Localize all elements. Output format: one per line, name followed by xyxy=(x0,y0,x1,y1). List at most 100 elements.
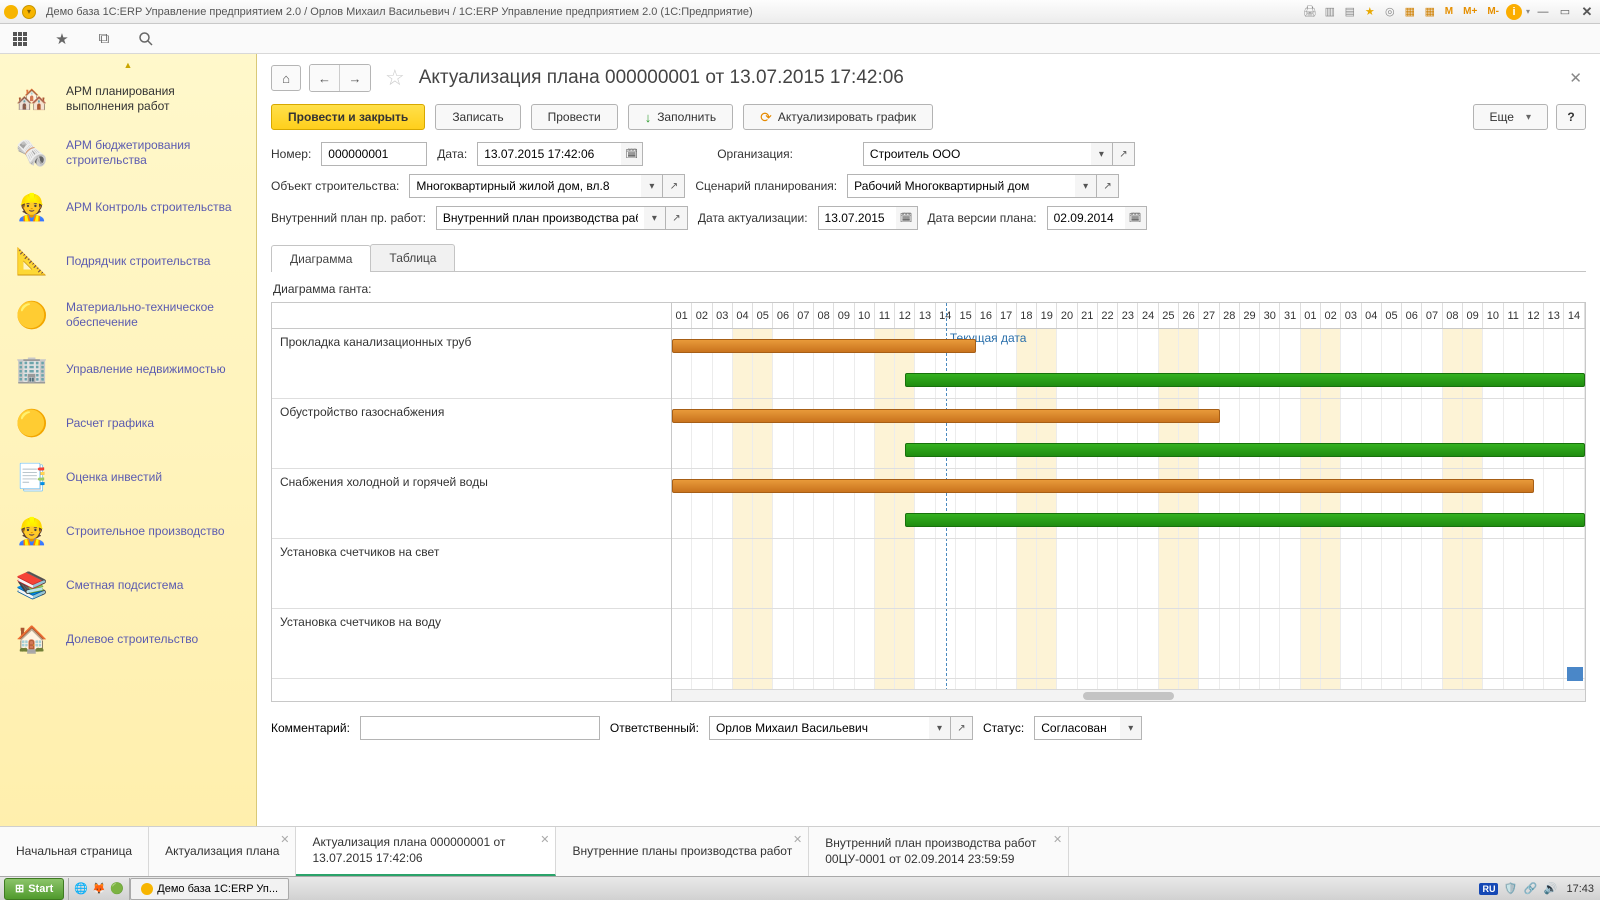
scenario-input[interactable] xyxy=(847,174,1075,198)
lang-indicator[interactable]: RU xyxy=(1479,883,1498,895)
date-picker-button[interactable]: 🗓 xyxy=(621,142,643,166)
taskbar-app[interactable]: Демо база 1С:ERP Уп... xyxy=(130,878,289,900)
tray-volume-icon[interactable]: 🔊 xyxy=(1542,881,1558,897)
tb-calendar-icon[interactable]: ▦ xyxy=(1422,4,1438,20)
responsible-label: Ответственный: xyxy=(610,721,699,735)
tb-doc-icon[interactable]: ▥ xyxy=(1322,4,1338,20)
sidebar-item-4[interactable]: 🟡Материально-техническое обеспечение xyxy=(0,288,256,342)
org-open-button[interactable]: ↗ xyxy=(1113,142,1135,166)
more-button[interactable]: Еще xyxy=(1473,104,1548,130)
copy-icon[interactable]: ⧉ xyxy=(94,29,114,49)
doctab-close[interactable]: ✕ xyxy=(793,833,802,847)
sidebar-item-10[interactable]: 🏠Долевое строительство xyxy=(0,612,256,666)
sidebar-item-5[interactable]: 🏢Управление недвижимостью xyxy=(0,342,256,396)
submit-button[interactable]: Провести xyxy=(531,104,618,130)
verdate-input[interactable] xyxy=(1047,206,1125,230)
doctab-3[interactable]: Внутренние планы производства работ✕ xyxy=(556,827,809,876)
search-icon[interactable] xyxy=(136,29,156,49)
doctab-close[interactable]: ✕ xyxy=(280,833,289,847)
actdate-picker-button[interactable]: 🗓 xyxy=(896,206,918,230)
tray-network-icon[interactable]: 🔗 xyxy=(1522,881,1538,897)
info-icon[interactable]: i xyxy=(1506,4,1522,20)
maximize-button[interactable]: ▭ xyxy=(1556,5,1574,19)
status-dd-button[interactable]: ▾ xyxy=(1120,716,1142,740)
sidebar-item-9[interactable]: 📚Сметная подсистема xyxy=(0,558,256,612)
date-input[interactable] xyxy=(477,142,621,166)
tab-diagram[interactable]: Диаграмма xyxy=(271,245,371,272)
gantt-bar-plan[interactable] xyxy=(672,479,1534,493)
number-input[interactable] xyxy=(321,142,427,166)
gantt-bar-fact[interactable] xyxy=(905,373,1585,387)
gantt-day-header: 17 xyxy=(997,303,1017,328)
close-page-button[interactable]: ✕ xyxy=(1565,65,1586,91)
gantt-bar-fact[interactable] xyxy=(905,443,1585,457)
m-plus-button[interactable]: M+ xyxy=(1460,6,1480,17)
m-minus-button[interactable]: M- xyxy=(1484,6,1502,17)
tb-clip-icon[interactable]: ▤ xyxy=(1342,4,1358,20)
responsible-open-button[interactable]: ↗ xyxy=(951,716,973,740)
gantt-bar-plan[interactable] xyxy=(672,339,976,353)
status-input[interactable] xyxy=(1034,716,1120,740)
object-dd-button[interactable]: ▾ xyxy=(641,174,663,198)
sidebar-item-1[interactable]: 🗞️АРМ бюджетирования строительства xyxy=(0,126,256,180)
org-input[interactable] xyxy=(863,142,1091,166)
browser-ff-icon[interactable]: 🦊 xyxy=(91,881,107,897)
verdate-picker-button[interactable]: 🗓 xyxy=(1125,206,1147,230)
actdate-input[interactable] xyxy=(818,206,896,230)
clock: 17:43 xyxy=(1566,883,1594,895)
gantt-bar-plan[interactable] xyxy=(672,409,1220,423)
doctab-0[interactable]: Начальная страница xyxy=(0,827,149,876)
submit-close-button[interactable]: Провести и закрыть xyxy=(271,104,425,130)
innerplan-open-button[interactable]: ↗ xyxy=(666,206,688,230)
apps-icon[interactable] xyxy=(10,29,30,49)
sidebar-item-6[interactable]: 🟡Расчет графика xyxy=(0,396,256,450)
scenario-dd-button[interactable]: ▾ xyxy=(1075,174,1097,198)
home-button[interactable]: ⌂ xyxy=(271,65,301,91)
doctab-4[interactable]: Внутренний план производства работ 00ЦУ-… xyxy=(809,827,1069,876)
save-button[interactable]: Записать xyxy=(435,104,520,130)
start-button[interactable]: ⊞Start xyxy=(4,878,64,900)
tb-target-icon[interactable]: ◎ xyxy=(1382,4,1398,20)
sidebar-icon: 🟡 xyxy=(10,404,54,442)
help-button[interactable]: ? xyxy=(1556,104,1586,130)
object-open-button[interactable]: ↗ xyxy=(663,174,685,198)
tb-calc-icon[interactable]: ▦ xyxy=(1402,4,1418,20)
update-chart-button[interactable]: ⟳Актуализировать график xyxy=(743,104,933,130)
sidebar-item-3[interactable]: 📐Подрядчик строительства xyxy=(0,234,256,288)
browser-chrome-icon[interactable]: 🟢 xyxy=(109,881,125,897)
doctab-1[interactable]: Актуализация плана✕ xyxy=(149,827,296,876)
back-button[interactable]: ← xyxy=(310,65,340,91)
favorite-icon[interactable]: ★ xyxy=(52,29,72,49)
doctab-2[interactable]: Актуализация плана 000000001 от 13.07.20… xyxy=(296,827,556,876)
gantt-hscroll[interactable] xyxy=(672,689,1585,701)
tray-shield-icon[interactable]: 🛡️ xyxy=(1502,881,1518,897)
doctab-close[interactable]: ✕ xyxy=(540,833,549,847)
app-menu-dropdown[interactable]: ▾ xyxy=(22,5,36,19)
sidebar-item-8[interactable]: 👷Строительное производство xyxy=(0,504,256,558)
tb-star-icon[interactable]: ★ xyxy=(1362,4,1378,20)
gantt-bar-fact[interactable] xyxy=(905,513,1585,527)
browser-ie-icon[interactable]: 🌐 xyxy=(73,881,89,897)
org-dd-button[interactable]: ▾ xyxy=(1091,142,1113,166)
tab-table[interactable]: Таблица xyxy=(370,244,455,271)
minimize-button[interactable]: — xyxy=(1534,5,1552,19)
doctab-close[interactable]: ✕ xyxy=(1053,833,1062,847)
forward-button[interactable]: → xyxy=(340,65,370,91)
sidebar-up-arrow[interactable]: ▲ xyxy=(0,60,256,72)
object-input[interactable] xyxy=(409,174,641,198)
comment-input[interactable] xyxy=(360,716,600,740)
sidebar-item-0[interactable]: 🏘️АРМ планирования выполнения работ xyxy=(0,72,256,126)
responsible-dd-button[interactable]: ▾ xyxy=(929,716,951,740)
sidebar-item-2[interactable]: 👷АРМ Контроль строительства xyxy=(0,180,256,234)
favorite-star[interactable]: ☆ xyxy=(385,65,405,91)
responsible-input[interactable] xyxy=(709,716,929,740)
close-button[interactable]: ✕ xyxy=(1578,5,1596,19)
sidebar-label: АРМ планирования выполнения работ xyxy=(66,84,236,114)
sidebar-item-7[interactable]: 📑Оценка инвестий xyxy=(0,450,256,504)
fill-button[interactable]: ↓Заполнить xyxy=(628,104,733,130)
m-button[interactable]: M xyxy=(1442,6,1456,17)
tb-print-icon[interactable]: 🖨 xyxy=(1302,4,1318,20)
innerplan-input[interactable] xyxy=(436,206,644,230)
innerplan-dd-button[interactable]: ▾ xyxy=(644,206,666,230)
scenario-open-button[interactable]: ↗ xyxy=(1097,174,1119,198)
